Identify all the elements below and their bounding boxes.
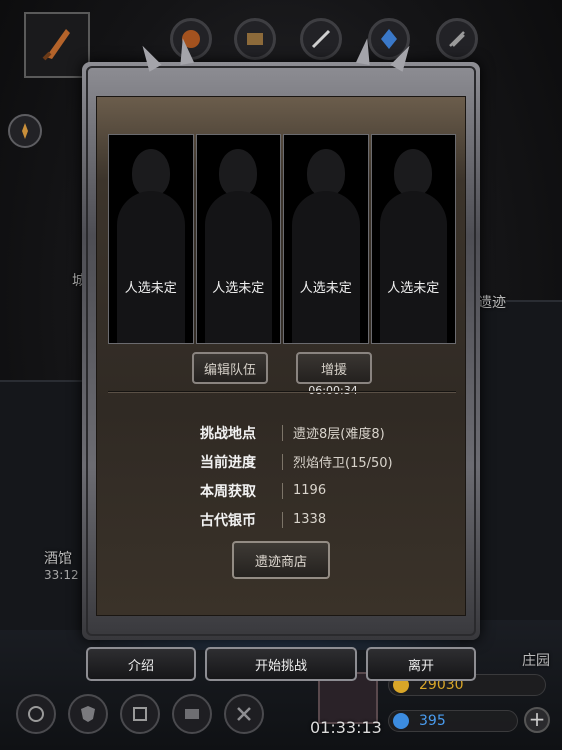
scene-building [0,380,90,630]
hero-portrait-slot[interactable] [24,12,90,78]
ruins-shop-button[interactable]: 遗迹商店 [232,541,330,579]
info-value: 1338 [293,512,327,527]
info-separator [282,453,283,470]
slot-status-label: 人选未定 [124,281,177,296]
info-key: 当前进度 [200,454,256,471]
info-separator [282,482,283,499]
info-row-weekly: 本周获取 1196 [200,476,440,505]
start-challenge-button[interactable]: 开始挑战 [205,647,357,681]
silhouette-head [131,149,170,197]
blade-icon[interactable] [300,18,342,60]
silhouette-body [117,191,185,343]
gate-icon[interactable] [120,694,160,734]
team-slots: 人选未定 人选未定 人选未定 人选未定 [108,134,456,344]
tavern-timer: 33:12 [44,568,79,582]
gem-amount: 395 [419,713,446,729]
team-slot-3[interactable]: 人选未定 [283,134,369,344]
info-key: 本周获取 [200,483,256,500]
team-slot-1[interactable]: 人选未定 [108,134,194,344]
leave-button[interactable]: 离开 [366,647,476,681]
sword-icon [40,23,74,67]
slot-status-label: 人选未定 [212,281,265,296]
gem-icon [393,713,409,729]
info-row-progress: 当前进度 烈焰侍卫(15/50) [200,447,440,476]
scene-building [470,300,562,620]
book-icon[interactable] [172,694,212,734]
rune-icon[interactable] [16,694,56,734]
add-gems-button[interactable]: + [524,707,550,733]
silhouette-body [292,191,360,343]
info-value: 烈焰侍卫(15/50) [293,456,393,471]
info-key: 挑战地点 [200,425,256,442]
info-value: 1196 [293,483,327,498]
tavern-label[interactable]: 酒馆 [44,548,72,568]
info-row-coins: 古代银币 1338 [200,505,440,534]
team-slot-2[interactable]: 人选未定 [195,134,281,344]
silhouette-head [306,149,345,197]
challenge-info: 挑战地点 遗迹8层(难度8) 当前进度 烈焰侍卫(15/50) 本周获取 119… [200,418,440,534]
silhouette-head [394,149,433,197]
team-slot-4[interactable]: 人选未定 [370,134,456,344]
compass-icon[interactable] [8,114,42,148]
silhouette-body [204,191,272,343]
chest-timer: 01:33:13 [310,718,382,737]
scroll-icon[interactable] [234,18,276,60]
silhouette-body [379,191,447,343]
shield-icon[interactable] [68,694,108,734]
bg-area-label-ruins: 遗迹 [478,295,506,311]
section-divider [108,391,456,392]
info-separator [282,511,283,528]
silhouette-head [219,149,258,197]
info-separator [282,424,283,441]
info-key: 古代银币 [200,512,256,529]
tools-icon[interactable] [224,694,264,734]
reinforce-button[interactable]: 增援 [296,352,372,384]
info-row-location: 挑战地点 遗迹8层(难度8) [200,418,440,447]
dark-blade-icon[interactable] [436,18,478,60]
slot-status-label: 人选未定 [299,281,352,296]
edit-team-button[interactable]: 编辑队伍 [192,352,268,384]
gem-counter: 395 [388,710,518,732]
intro-button[interactable]: 介绍 [86,647,196,681]
slot-status-label: 人选未定 [387,281,440,296]
manor-label[interactable]: 庄园 [522,650,550,670]
info-value: 遗迹8层(难度8) [293,427,385,442]
